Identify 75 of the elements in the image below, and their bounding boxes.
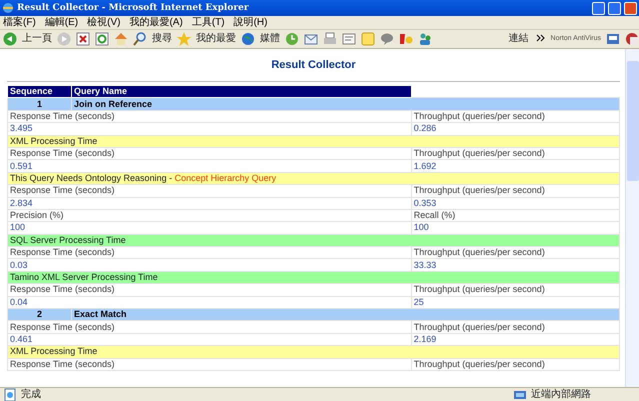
back-label[interactable]: 上一頁 (22, 33, 52, 45)
shield-icon[interactable] (606, 32, 620, 46)
menu-item[interactable]: 編輯(E) (44, 16, 78, 28)
menu-item[interactable]: 我的最愛(A) (129, 16, 183, 28)
printer-icon[interactable] (323, 32, 337, 46)
metric-label: Response Time (seconds) (8, 147, 412, 160)
globe-icon[interactable] (241, 32, 255, 46)
metric-value: 0.353 (411, 197, 620, 210)
status-text: 完成 (21, 388, 41, 400)
metric-label: Response Time (seconds) (8, 358, 412, 370)
scrollbar[interactable] (625, 49, 639, 387)
metric-label: Throughput (queries/per second) (411, 358, 620, 370)
links-label[interactable]: 連結 (508, 33, 529, 45)
stop-icon[interactable] (76, 32, 90, 46)
metric-value: 1.692 (411, 160, 620, 172)
metric-label: Throughput (queries/per second) (411, 110, 620, 123)
menu-item[interactable]: 檢視(V) (87, 16, 120, 28)
maximize-button[interactable] (608, 2, 621, 14)
note-icon[interactable] (361, 32, 375, 46)
pdf-icon[interactable] (625, 32, 639, 46)
media-label[interactable]: 媒體 (260, 33, 280, 45)
metric-label: Throughput (queries/per second) (411, 246, 620, 259)
search-icon[interactable] (133, 32, 147, 46)
menu-item[interactable]: 說明(H) (234, 16, 268, 28)
badge-icon[interactable] (399, 32, 413, 46)
scroll-thumb[interactable] (626, 61, 638, 181)
window-title: Result Collector - Microsoft Internet Explorer (17, 3, 249, 13)
search-label[interactable]: 搜尋 (152, 33, 172, 45)
menu-item[interactable]: 工具(T) (192, 16, 225, 28)
star-icon[interactable] (177, 32, 191, 46)
metric-value: 3.495 (8, 122, 412, 136)
chat-icon[interactable] (380, 32, 394, 46)
minimize-button[interactable] (592, 2, 605, 14)
people-icon[interactable] (418, 32, 432, 46)
section-title: XML Processing Time (8, 346, 620, 358)
query-name-cell: Join on Reference (72, 98, 620, 110)
metric-label: Recall (%) (411, 209, 620, 222)
metric-value: 100 (8, 222, 412, 234)
metric-label: Response Time (seconds) (8, 246, 412, 259)
menu-item[interactable]: 檔案(F) (3, 16, 36, 28)
page-icon[interactable] (3, 388, 17, 401)
refresh-icon[interactable] (95, 32, 109, 46)
metric-label: Throughput (queries/per second) (411, 320, 620, 334)
metric-value: 0.591 (8, 160, 412, 172)
column-header: Query Name (72, 86, 412, 98)
section-title: This Query Needs Ontology Reasoning - Concept Hierarchy Query (8, 172, 620, 185)
metric-value: 33.33 (411, 258, 620, 272)
section-title: XML Processing Time (8, 135, 620, 148)
metric-value: 2.834 (8, 197, 412, 210)
metric-label: Precision (%) (8, 209, 412, 222)
metric-value: 0.286 (411, 122, 620, 136)
query-name-cell: Exact Match (72, 308, 620, 321)
sequence-cell: 2 (8, 308, 72, 321)
metric-value: 0.03 (8, 258, 412, 272)
metric-label: Response Time (seconds) (8, 110, 412, 123)
metric-label: Throughput (queries/per second) (411, 147, 620, 160)
metric-value: 100 (411, 222, 620, 234)
sequence-cell: 1 (8, 98, 72, 110)
browser-icon (2, 2, 14, 14)
section-title: Tamino XML Server Processing Time (8, 271, 620, 284)
column-header: Sequence (8, 86, 72, 98)
edit-icon[interactable] (342, 32, 356, 46)
mail-icon[interactable] (304, 32, 318, 46)
section-title: SQL Server Processing Time (8, 234, 620, 247)
history-icon[interactable] (285, 32, 299, 46)
close-button[interactable] (624, 2, 637, 14)
favorites-label[interactable]: 我的最愛 (196, 33, 236, 45)
metric-label: Throughput (queries/per second) (411, 284, 620, 296)
metric-label: Response Time (seconds) (8, 184, 412, 198)
zone-text: 近端內部網路 (531, 388, 591, 400)
page-heading: Result Collector (270, 59, 357, 72)
metric-label: Response Time (seconds) (8, 284, 412, 296)
metric-label: Response Time (seconds) (8, 320, 412, 334)
home-icon[interactable] (114, 32, 128, 46)
metric-label: Throughput (queries/per second) (411, 184, 620, 198)
